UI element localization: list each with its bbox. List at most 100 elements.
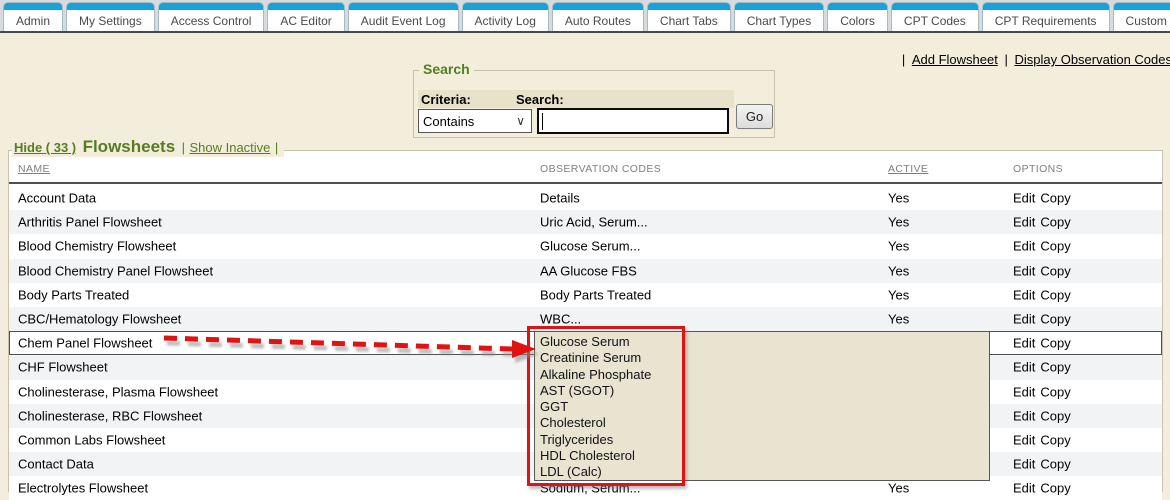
separator: | xyxy=(1004,52,1007,67)
table-row[interactable]: Blood Chemistry Panel Flowsheet AA Gluco… xyxy=(9,259,1162,283)
copy-link[interactable]: Copy xyxy=(1040,481,1070,496)
copy-link[interactable]: Copy xyxy=(1040,432,1070,447)
edit-link[interactable]: Edit xyxy=(1013,215,1035,230)
tab-bar: AdminMy Settings Access Control AC Editor A… xyxy=(0,0,1170,33)
table-row[interactable]: Arthritis Panel Flowsheet Uric Acid, Ser… xyxy=(9,210,1162,234)
row-name: Cholinesterase, RBC Flowsheet xyxy=(18,408,202,423)
tab-label: Audit Event Log xyxy=(361,14,446,28)
edit-link[interactable]: Edit xyxy=(1013,239,1035,254)
tab-colors[interactable]: Colors xyxy=(827,2,888,31)
row-options: Edit Copy xyxy=(1013,215,1071,230)
search-label: Search: xyxy=(516,92,564,107)
row-active: Yes xyxy=(888,287,909,302)
row-name: Contact Data xyxy=(18,457,94,472)
table-row[interactable]: Account Data Details Yes Edit Copy xyxy=(9,186,1162,210)
table-row[interactable]: CBC/Hematology Flowsheet WBC... Yes Edit… xyxy=(9,307,1162,331)
add-flowsheet-link[interactable]: Add Flowsheet xyxy=(912,52,998,67)
edit-link[interactable]: Edit xyxy=(1013,191,1035,206)
display-observation-codes-link[interactable]: Display Observation Codes xyxy=(1014,52,1170,67)
tab-label: Custom Pharmacy xyxy=(1126,14,1170,28)
copy-link[interactable]: Copy xyxy=(1040,191,1070,206)
row-name: Blood Chemistry Panel Flowsheet xyxy=(18,263,213,278)
copy-link[interactable]: Copy xyxy=(1040,360,1070,375)
text-caret xyxy=(542,113,543,130)
table-header: NAME OBSERVATION CODES ACTIVE OPTIONS xyxy=(9,161,1162,183)
copy-link[interactable]: Copy xyxy=(1040,215,1070,230)
edit-link[interactable]: Edit xyxy=(1013,287,1035,302)
edit-link[interactable]: Edit xyxy=(1013,312,1035,327)
copy-link[interactable]: Copy xyxy=(1040,312,1070,327)
tooltip-item: Creatinine Serum xyxy=(540,350,989,366)
edit-link[interactable]: Edit xyxy=(1013,263,1035,278)
row-observation-codes: Body Parts Treated xyxy=(540,287,651,302)
tab-access-control[interactable]: Access Control xyxy=(158,2,265,31)
edit-link[interactable]: Edit xyxy=(1013,481,1035,496)
column-header-active[interactable]: ACTIVE xyxy=(888,163,928,175)
row-name: Cholinesterase, Plasma Flowsheet xyxy=(18,384,218,399)
tab-auto-routes[interactable]: Auto Routes xyxy=(552,2,644,31)
copy-link[interactable]: Copy xyxy=(1040,336,1070,351)
row-options: Edit Copy xyxy=(1013,287,1071,302)
tab-cpt-requirements[interactable]: CPT Requirements xyxy=(982,2,1110,31)
search-input[interactable] xyxy=(537,108,729,134)
row-options: Edit Copy xyxy=(1013,408,1071,423)
row-observation-codes: Glucose Serum... xyxy=(540,239,640,254)
tooltip-item: Cholesterol xyxy=(540,415,989,431)
hide-count-link[interactable]: Hide ( 33 ) xyxy=(14,140,76,155)
criteria-selected-value: Contains xyxy=(423,114,474,129)
separator: | xyxy=(902,52,905,67)
tab-activity-log[interactable]: Activity Log xyxy=(462,2,549,31)
criteria-select[interactable]: Contains ∨ xyxy=(418,109,532,133)
row-observation-codes: AA Glucose FBS xyxy=(540,263,637,278)
copy-link[interactable]: Copy xyxy=(1040,263,1070,278)
tab-label: Activity Log xyxy=(475,14,536,28)
tooltip-item: Alkaline Phosphate xyxy=(540,367,989,383)
edit-link[interactable]: Edit xyxy=(1013,384,1035,399)
go-button[interactable]: Go xyxy=(736,104,773,129)
separator: | xyxy=(182,140,185,155)
show-inactive-link[interactable]: Show Inactive xyxy=(189,140,270,155)
row-options: Edit Copy xyxy=(1013,360,1071,375)
row-options: Edit Copy xyxy=(1013,432,1071,447)
row-active: Yes xyxy=(888,191,909,206)
column-header-observation-codes: OBSERVATION CODES xyxy=(540,163,661,175)
tab-custom-pharmacy[interactable]: Custom Pharmacy xyxy=(1113,2,1170,31)
row-options: Edit Copy xyxy=(1013,312,1071,327)
edit-link[interactable]: Edit xyxy=(1013,336,1035,351)
column-header-name[interactable]: NAME xyxy=(18,163,50,175)
tab-cpt-codes[interactable]: CPT Codes xyxy=(891,2,979,31)
chevron-down-icon: ∨ xyxy=(516,114,525,128)
tab-label: CPT Codes xyxy=(904,14,966,28)
observation-codes-tooltip: Glucose SerumCreatinine SerumAlkaline Ph… xyxy=(534,331,990,481)
edit-link[interactable]: Edit xyxy=(1013,408,1035,423)
toolbar-links: | Add Flowsheet | Display Observation Co… xyxy=(902,52,1170,67)
row-active: Yes xyxy=(888,312,909,327)
copy-link[interactable]: Copy xyxy=(1040,287,1070,302)
tab-audit-event-log[interactable]: Audit Event Log xyxy=(348,2,459,31)
tab-my-settings[interactable]: My Settings xyxy=(66,2,155,31)
tab-admin[interactable]: Admin xyxy=(3,2,63,31)
tab-chart-tabs[interactable]: Chart Tabs xyxy=(647,2,731,31)
copy-link[interactable]: Copy xyxy=(1040,457,1070,472)
edit-link[interactable]: Edit xyxy=(1013,360,1035,375)
row-active: Yes xyxy=(888,239,909,254)
row-observation-codes: Uric Acid, Serum... xyxy=(540,215,648,230)
tab-label: Chart Types xyxy=(747,14,811,28)
tooltip-item: AST (SGOT) xyxy=(540,383,989,399)
row-options: Edit Copy xyxy=(1013,239,1071,254)
copy-link[interactable]: Copy xyxy=(1040,239,1070,254)
table-row[interactable]: Blood Chemistry Flowsheet Glucose Serum.… xyxy=(9,234,1162,258)
edit-link[interactable]: Edit xyxy=(1013,432,1035,447)
copy-link[interactable]: Copy xyxy=(1040,384,1070,399)
tab-chart-types[interactable]: Chart Types xyxy=(734,2,824,31)
row-active: Yes xyxy=(888,263,909,278)
row-options: Edit Copy xyxy=(1013,384,1071,399)
edit-link[interactable]: Edit xyxy=(1013,457,1035,472)
copy-link[interactable]: Copy xyxy=(1040,408,1070,423)
tab-ac-editor[interactable]: AC Editor xyxy=(267,2,344,31)
table-row[interactable]: Body Parts Treated Body Parts Treated Ye… xyxy=(9,283,1162,307)
header-divider xyxy=(9,182,1162,184)
tab-label: Access Control xyxy=(171,14,252,28)
row-name: Chem Panel Flowsheet xyxy=(18,336,152,351)
row-active: Yes xyxy=(888,215,909,230)
